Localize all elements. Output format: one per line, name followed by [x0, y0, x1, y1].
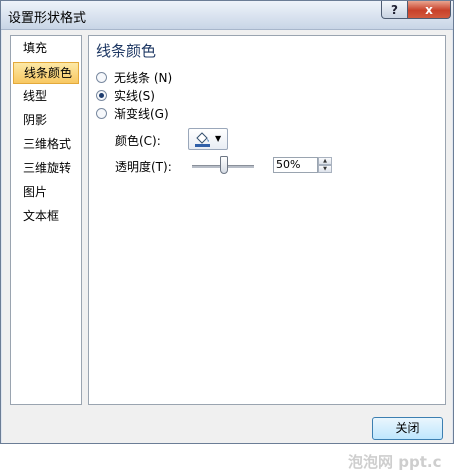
chevron-down-icon: ▼: [215, 134, 222, 143]
radio-solid-line[interactable]: 实线(S): [96, 86, 155, 104]
radio-solid-line-label: 实线(S): [114, 88, 155, 103]
radio-button-checked[interactable]: [96, 89, 107, 101]
close-button[interactable]: 关闭: [372, 417, 443, 440]
transparency-slider-thumb[interactable]: [220, 156, 228, 174]
help-button[interactable]: ?: [381, 1, 408, 19]
paint-bucket-icon: [195, 132, 210, 147]
radio-gradient-line[interactable]: 渐变线(G): [96, 104, 169, 122]
color-label: 颜色(C):: [115, 134, 161, 148]
radio-no-line-label: 无线条 (N): [114, 70, 173, 85]
nav-item-line-color[interactable]: 线条颜色: [13, 62, 79, 84]
transparency-label: 透明度(T):: [115, 160, 172, 174]
title-bar[interactable]: 设置形状格式 ? x: [1, 1, 453, 30]
radio-no-line[interactable]: 无线条 (N): [96, 68, 172, 86]
category-list: 填充 线条颜色 线型 阴影 三维格式 三维旋转 图片 文本框: [10, 35, 82, 405]
dialog-body: 填充 线条颜色 线型 阴影 三维格式 三维旋转 图片 文本框 线条颜色 无线条 …: [2, 30, 452, 471]
help-icon: ?: [391, 2, 398, 17]
transparency-spinner: ▲ ▼: [318, 157, 332, 173]
window-close-button[interactable]: x: [407, 1, 451, 19]
spin-up-button[interactable]: ▲: [318, 157, 332, 165]
line-color-picker[interactable]: ▼: [188, 128, 228, 150]
close-icon: x: [425, 2, 433, 17]
format-shape-dialog: 设置形状格式 ? x 填充 线条颜色 线型 阴影 三维格式 三维旋转 图片 文本…: [0, 0, 454, 471]
radio-gradient-line-label: 渐变线(G): [114, 106, 169, 121]
nav-item-shadow[interactable]: 阴影: [13, 110, 79, 132]
panel-title: 线条颜色: [96, 42, 157, 60]
radio-button[interactable]: [96, 71, 107, 83]
watermark: 泡泡网 ppt.c: [348, 453, 442, 471]
nav-item-fill[interactable]: 填充: [13, 38, 79, 60]
dialog-title: 设置形状格式: [8, 11, 87, 26]
nav-item-3d-rotation[interactable]: 三维旋转: [13, 158, 79, 180]
nav-item-3d-format[interactable]: 三维格式: [13, 134, 79, 156]
spin-down-button[interactable]: ▼: [318, 165, 332, 173]
nav-item-line-style[interactable]: 线型: [13, 86, 79, 108]
settings-panel: 线条颜色 无线条 (N) 实线(S) 渐变线(G) 颜色(C): ▼ 透明度(T…: [88, 35, 446, 405]
nav-item-text-box[interactable]: 文本框: [13, 206, 79, 228]
nav-item-picture[interactable]: 图片: [13, 182, 79, 204]
radio-button[interactable]: [96, 107, 107, 119]
transparency-input[interactable]: 50%: [273, 157, 318, 173]
